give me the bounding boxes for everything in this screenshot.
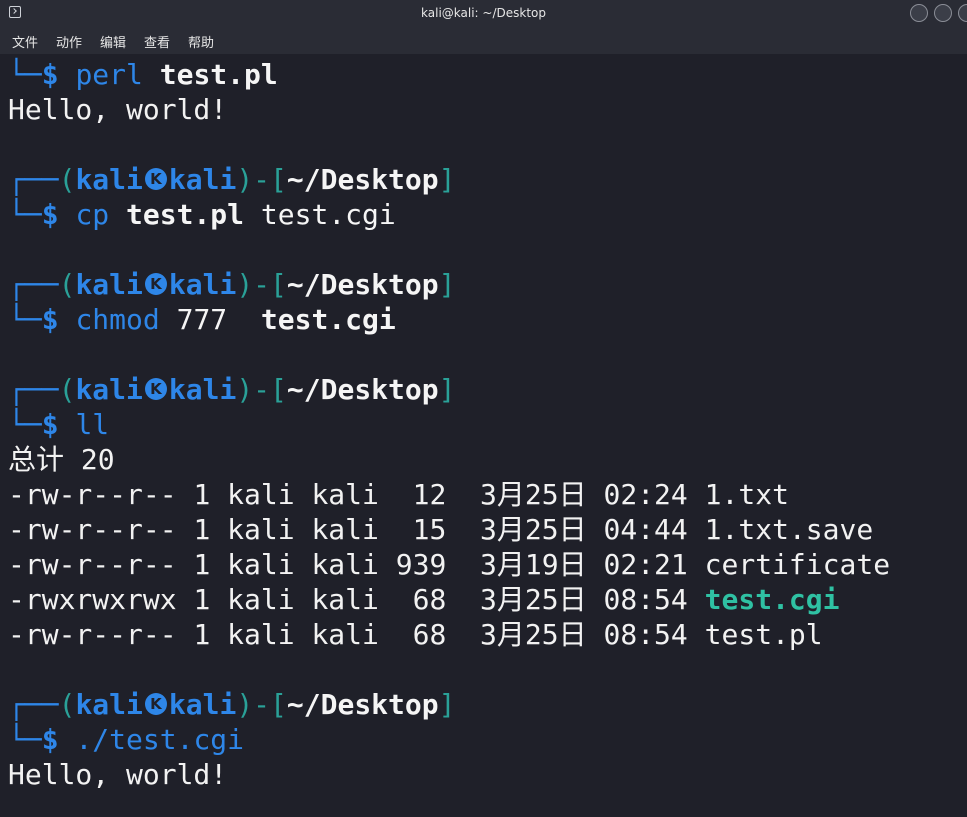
menu-bar: 文件 动作 编辑 查看 帮助 [0,27,967,54]
terminal-output[interactable]: └─$ perl test.pl Hello, world! ┌──(kali k… [0,54,967,817]
command-line: └─$ ./test.cgi [8,723,245,756]
command-line: └─$ chmod 777 test.cgi [8,303,396,336]
menu-item-help[interactable]: 帮助 [188,32,214,51]
kali-logo-icon [144,168,167,190]
command-line: └─$ cp test.pl test.cgi [8,198,396,231]
menu-item-file[interactable]: 文件 [12,32,38,51]
menu-item-action[interactable]: 动作 [56,32,82,51]
prompt-header: ┌──(kalikali)-[~/Desktop] [8,372,455,407]
prompt-header: ┌──(kalikali)-[~/Desktop] [8,267,455,302]
maximize-button[interactable] [934,4,952,22]
menu-item-view[interactable]: 查看 [144,32,170,51]
file-row: -rw-r--r-- 1 kali kali 68 3月25日 08:54 te… [8,618,823,651]
output-line: Hello, world! [8,93,228,126]
minimize-button[interactable] [910,4,928,22]
kali-logo-icon [144,273,167,295]
command-line: └─$ ll [8,408,110,441]
file-row: -rwxrwxrwx 1 kali kali 68 3月25日 08:54 te… [8,583,840,616]
menu-item-edit[interactable]: 编辑 [100,32,126,51]
prompt-header: ┌──(kalikali)-[~/Desktop] [8,162,455,197]
window-title: kali@kali: ~/Desktop [421,6,546,20]
command-line: └─$ perl test.pl [8,58,278,91]
file-row: -rw-r--r-- 1 kali kali 15 3月25日 04:44 1.… [8,513,874,546]
kali-logo-icon [144,378,167,400]
output-line: Hello, world! [8,758,228,791]
title-bar: kali@kali: ~/Desktop [0,0,967,27]
executable-file-name: test.cgi [704,583,840,616]
kali-logo-icon [144,693,167,715]
listing-total: 总计 20 [8,443,115,476]
prompt-header: ┌──(kalikali)-[~/Desktop] [8,687,455,722]
file-row: -rw-r--r-- 1 kali kali 939 3月19日 02:21 c… [8,548,891,581]
file-row: -rw-r--r-- 1 kali kali 12 3月25日 02:24 1.… [8,478,789,511]
